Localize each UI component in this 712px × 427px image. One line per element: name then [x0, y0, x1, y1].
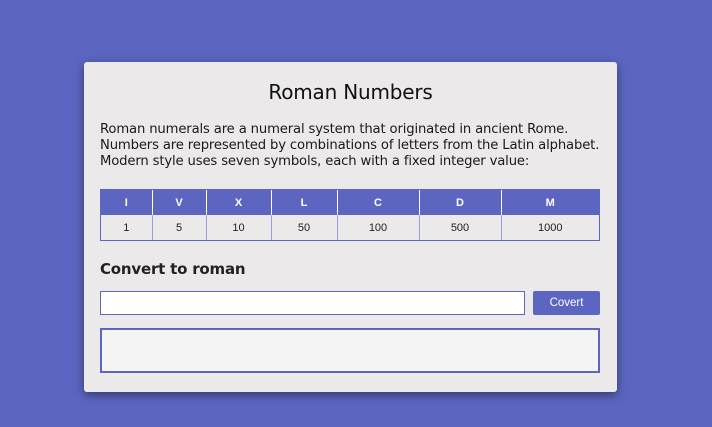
table-header-cell: X — [206, 190, 272, 215]
convert-heading: Convert to roman — [100, 260, 246, 278]
result-output — [100, 328, 600, 373]
table-cell: 100 — [337, 215, 420, 240]
table-header-cell: C — [337, 190, 420, 215]
table-header-cell: M — [501, 190, 599, 215]
table-header-row: I V X L C D M — [101, 190, 599, 215]
page-title: Roman Numbers — [268, 80, 433, 104]
table-header-cell: I — [101, 190, 153, 215]
table-header-cell: L — [271, 190, 338, 215]
table-header-cell: D — [419, 190, 502, 215]
table-cell: 10 — [206, 215, 272, 240]
table-cell: 500 — [419, 215, 502, 240]
table-row: 1 5 10 50 100 500 1000 — [101, 215, 599, 240]
convert-button[interactable]: Covert — [533, 291, 600, 315]
intro-text: Roman numerals are a numeral system that… — [100, 122, 600, 169]
roman-card: Roman Numbers Roman numerals are a numer… — [84, 62, 617, 392]
number-input[interactable] — [100, 291, 525, 315]
table-cell: 50 — [271, 215, 338, 240]
roman-symbols-table: I V X L C D M 1 5 10 50 100 500 1000 — [100, 189, 600, 241]
table-cell: 5 — [152, 215, 207, 240]
table-cell: 1000 — [501, 215, 599, 240]
table-header-cell: V — [152, 190, 207, 215]
table-cell: 1 — [101, 215, 153, 240]
